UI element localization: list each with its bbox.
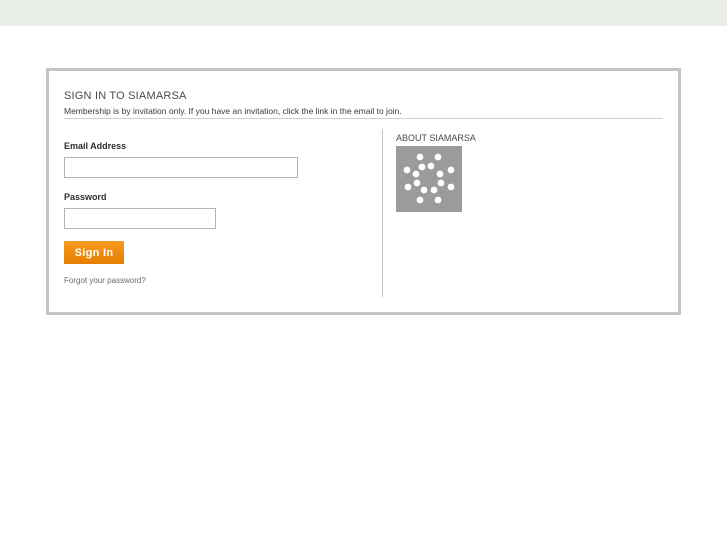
email-field[interactable] [64, 157, 298, 178]
email-label: Email Address [64, 141, 127, 151]
sign-in-button[interactable]: Sign In [64, 241, 124, 264]
card-title: SIGN IN TO SIAMARSA [64, 90, 187, 102]
password-label: Password [64, 192, 107, 202]
signin-card: SIGN IN TO SIAMARSA Membership is by inv… [46, 68, 681, 315]
top-bar [0, 0, 727, 26]
card-subtitle: Membership is by invitation only. If you… [64, 106, 402, 116]
column-divider [382, 129, 383, 297]
about-title: ABOUT SIAMARSA [396, 133, 476, 143]
dot-cluster-logo-icon [403, 153, 455, 204]
forgot-password-link[interactable]: Forgot your password? [64, 276, 146, 285]
title-divider [64, 118, 663, 119]
password-field[interactable] [64, 208, 216, 229]
siamarsa-logo [396, 146, 462, 212]
